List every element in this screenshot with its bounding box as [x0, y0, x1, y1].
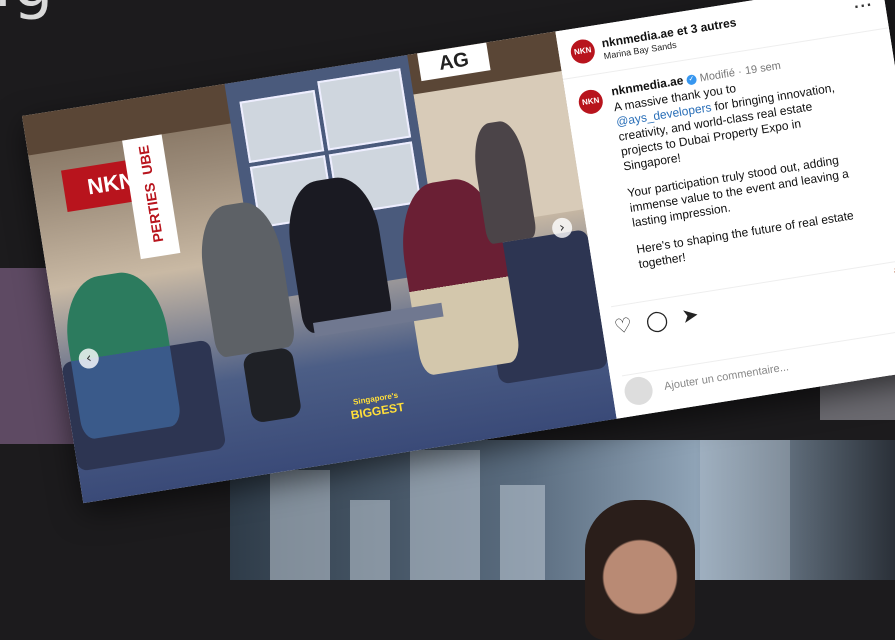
brand-sign: UBE PERTIES: [122, 134, 181, 260]
backpack: [242, 346, 303, 424]
post-side-panel: NKN nknmedia.ae et 3 autres Marina Bay S…: [555, 0, 895, 419]
caption-avatar[interactable]: NKN: [577, 88, 605, 116]
post-photo[interactable]: AG NKN UBE PERTIES Singapore's BIGGEST ‹…: [22, 31, 617, 504]
background-heading: ig: [0, 0, 54, 22]
like-icon[interactable]: ♡: [612, 312, 633, 339]
verified-badge-icon: ✓: [685, 73, 698, 86]
more-options-icon[interactable]: ···: [853, 0, 875, 17]
event-logo: Singapore's BIGGEST: [349, 390, 406, 423]
user-avatar: [622, 374, 655, 407]
person-portrait: [585, 500, 695, 640]
comment-icon[interactable]: ◯: [644, 307, 670, 334]
account-avatar[interactable]: NKN: [569, 37, 597, 66]
post-time[interactable]: 19 sem: [744, 60, 782, 77]
share-icon[interactable]: ➤: [680, 302, 700, 328]
instagram-post-card: AG NKN UBE PERTIES Singapore's BIGGEST ‹…: [22, 0, 895, 504]
